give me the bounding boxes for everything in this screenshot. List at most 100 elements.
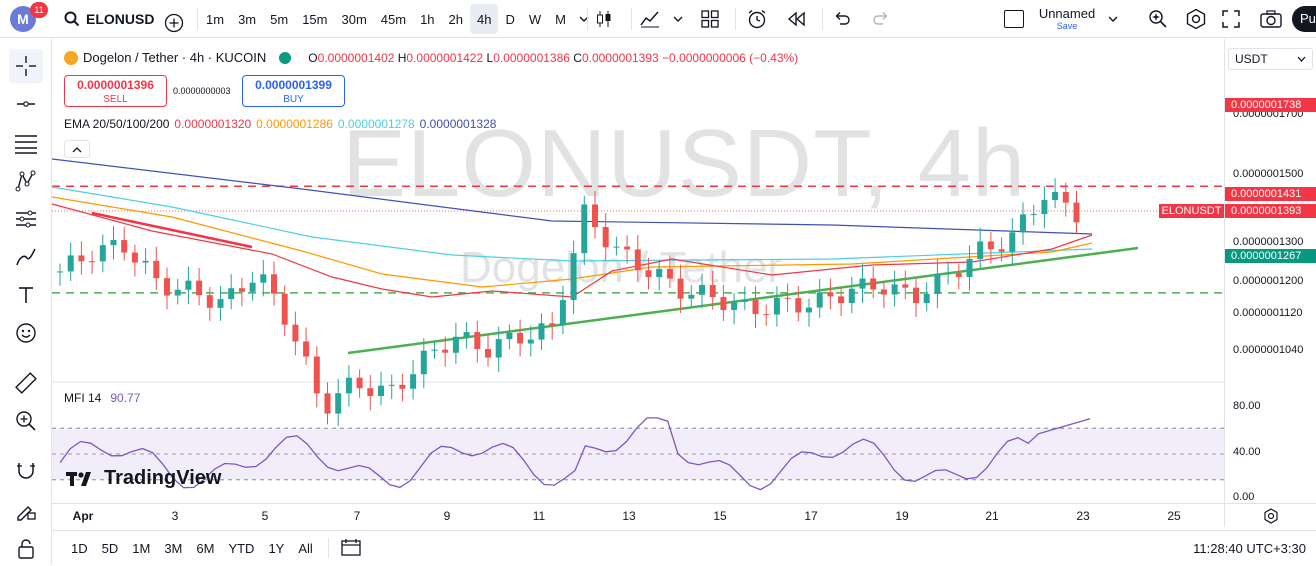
range-6m[interactable]: 6M [189, 541, 221, 556]
candle-body [934, 273, 941, 294]
symbol-name: ELONUSD [86, 11, 155, 27]
mfi-legend[interactable]: MFI 14 90.77 [64, 391, 140, 405]
ema-legend[interactable]: EMA 20/50/100/200 0.0000001320 0.0000001… [64, 117, 496, 131]
chart-pane[interactable]: ELONUSDT, 4h Dogelon / Tether Dogelon / … [52, 39, 1224, 503]
trend-line-tool[interactable] [9, 87, 43, 121]
redo-button[interactable] [866, 4, 896, 34]
layout-name-button[interactable]: Unnamed Save [1036, 6, 1098, 31]
text-tool[interactable] [9, 278, 43, 312]
crosshair-tool[interactable] [9, 49, 43, 83]
interval-45m[interactable]: 45m [374, 4, 413, 34]
candle-body [838, 296, 845, 304]
interval-2h[interactable]: 2h [442, 4, 470, 34]
candle-body [720, 297, 727, 311]
zoom-in-icon [16, 411, 36, 431]
fullscreen-button[interactable] [1216, 4, 1246, 34]
interval-3m[interactable]: 3m [231, 4, 263, 34]
indicators-dropdown[interactable] [667, 4, 689, 34]
range-3m[interactable]: 3M [157, 541, 189, 556]
hide-drawings-tool[interactable] [9, 532, 43, 566]
candle-body [538, 323, 545, 340]
ema100-value: 0.0000001278 [337, 117, 415, 131]
price-label: 0.0000001120 [1233, 307, 1303, 319]
chart-canvas[interactable] [52, 39, 1224, 503]
magnet-tool[interactable] [9, 454, 43, 488]
sliders-icon [16, 210, 36, 228]
range-5d[interactable]: 5D [95, 541, 126, 556]
market-status-icon [279, 51, 292, 64]
candle-body [613, 246, 620, 248]
emoji-tool[interactable] [9, 316, 43, 350]
range-1d[interactable]: 1D [64, 541, 95, 556]
snapshot-button[interactable] [1254, 4, 1288, 34]
candle-body [1062, 191, 1069, 203]
tradingview-logo[interactable]: TradingView [66, 467, 221, 490]
prediction-tool[interactable] [9, 202, 43, 236]
candle-body [987, 241, 994, 250]
layout-checkbox-icon[interactable] [1004, 10, 1024, 28]
candle-body [880, 289, 887, 295]
ema-label: EMA 20/50/100/200 [64, 117, 170, 131]
time-label: 19 [895, 509, 909, 523]
interval-4h[interactable]: 4h [470, 4, 499, 34]
interval-1m[interactable]: 1m [199, 4, 231, 34]
chart-type-button[interactable] [588, 4, 620, 34]
ema20-value: 0.0000001320 [174, 117, 252, 131]
candle-body [388, 384, 395, 386]
price-axis[interactable]: USDT 0.0000001700 0.0000001500 0.0000001… [1159, 39, 1316, 503]
close-label: C [573, 50, 582, 65]
candle-body [356, 377, 363, 389]
pattern-tool[interactable] [9, 164, 43, 198]
high-value: 0.0000001422 [406, 50, 484, 65]
replay-button[interactable] [781, 4, 813, 34]
drawing-toolbar [0, 39, 52, 565]
utc-clock[interactable]: 11:28:40 UTC+3:30 [1193, 541, 1306, 556]
settings-button[interactable] [1179, 4, 1213, 34]
interval-30m[interactable]: 30m [334, 4, 373, 34]
zoom-tool[interactable] [9, 404, 43, 438]
support-level-tag[interactable]: 0.0000001267 [1225, 249, 1316, 263]
alert-button[interactable] [740, 4, 774, 34]
date-range-button[interactable] [337, 538, 365, 559]
fullscreen-icon [1222, 10, 1240, 28]
alert-level-tag[interactable]: 0.0000001431 [1225, 187, 1316, 201]
candle-body [260, 274, 267, 283]
interval-W[interactable]: W [522, 4, 548, 34]
range-1y[interactable]: 1Y [261, 541, 291, 556]
lock-drawings-tool[interactable] [9, 494, 43, 528]
ema200-value: 0.0000001328 [419, 117, 497, 131]
indicators-button[interactable] [633, 4, 667, 34]
interval-D[interactable]: D [498, 4, 521, 34]
time-axis[interactable]: Apr 3 5 7 9 11 13 15 17 19 21 23 25 [52, 503, 1224, 527]
range-ytd[interactable]: YTD [221, 541, 261, 556]
chart-settings-button[interactable] [1224, 503, 1316, 527]
measure-tool[interactable] [9, 366, 43, 400]
indicators-icon [640, 11, 659, 28]
undo-button[interactable] [827, 4, 857, 34]
sell-button[interactable]: 0.0000001396 SELL [64, 75, 167, 107]
currency-select[interactable]: USDT [1228, 48, 1313, 70]
candle-body [634, 249, 641, 271]
publish-button[interactable]: Pu [1292, 6, 1316, 32]
fib-tool[interactable] [9, 127, 43, 161]
brush-tool[interactable] [9, 240, 43, 274]
sell-price: 0.0000001396 [77, 78, 154, 92]
symbol-search[interactable]: ELONUSD [60, 4, 158, 34]
interval-1h[interactable]: 1h [413, 4, 441, 34]
buy-button[interactable]: 0.0000001399 BUY [242, 75, 345, 107]
quick-search-button[interactable] [1142, 4, 1174, 34]
range-1m[interactable]: 1M [125, 541, 157, 556]
candle-body [378, 385, 384, 396]
layout-dropdown[interactable] [1102, 4, 1124, 34]
candle-body [206, 295, 213, 308]
interval-M[interactable]: M [548, 4, 573, 34]
alert-level-tag[interactable]: 0.0000001738 [1225, 98, 1316, 112]
mfi-axis-label: 80.00 [1233, 400, 1261, 412]
range-all[interactable]: All [291, 541, 319, 556]
symbol-title[interactable]: Dogelon / Tether · 4h · KUCOIN [83, 50, 266, 65]
add-symbol-button[interactable] [158, 8, 190, 38]
interval-5m[interactable]: 5m [263, 4, 295, 34]
layout-button[interactable] [695, 4, 725, 34]
collapse-legend-button[interactable] [64, 140, 90, 158]
interval-15m[interactable]: 15m [295, 4, 334, 34]
